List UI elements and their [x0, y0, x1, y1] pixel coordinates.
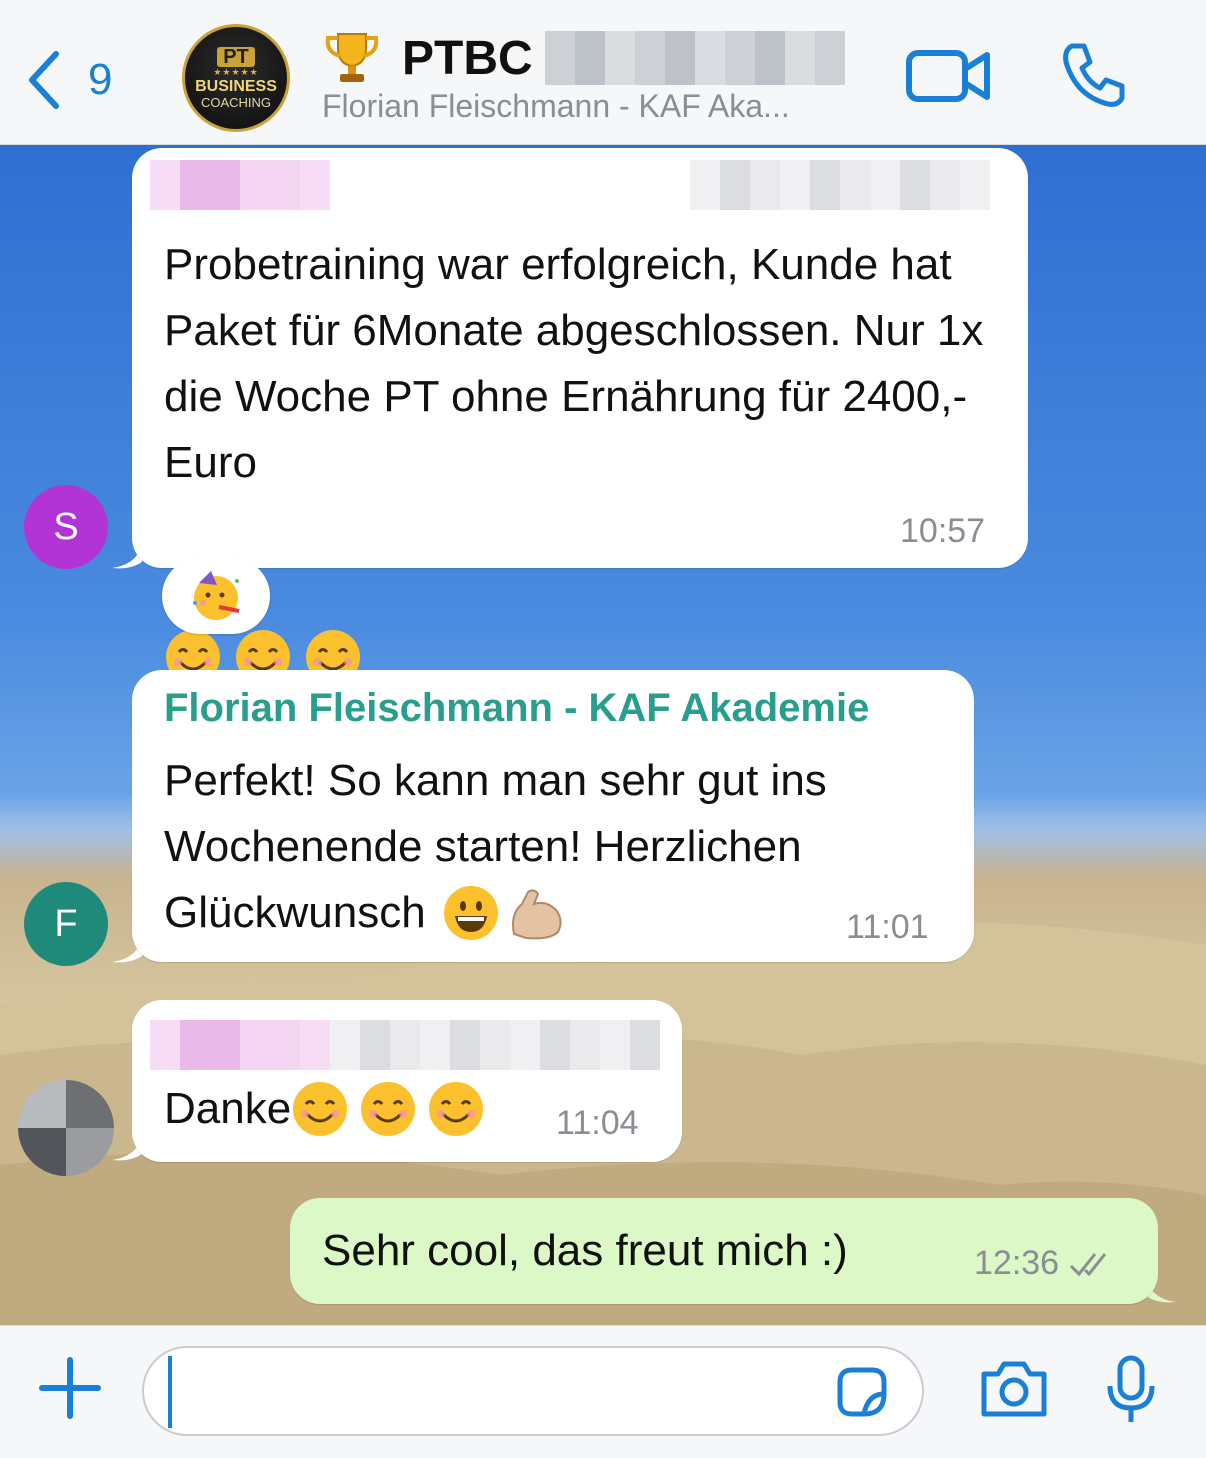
redacted-sender-phone [690, 160, 990, 210]
trophy-icon [325, 33, 379, 82]
message-bubble-incoming[interactable]: Probetraining war erfolgreich, Kunde hat… [132, 148, 1028, 684]
microphone-icon[interactable] [1104, 1354, 1158, 1426]
grinning-face-icon [443, 886, 498, 940]
message-bubble-incoming[interactable]: Florian Fleischmann - KAF Akademie Perfe… [132, 670, 974, 962]
chevron-left-icon [29, 51, 59, 109]
message-text: Danke [164, 1076, 485, 1142]
double-check-icon [1070, 1252, 1107, 1276]
message-time: 11:01 [846, 908, 929, 946]
sender-avatar-f[interactable]: F [24, 882, 108, 966]
message-text: Perfekt! So kann man sehr gut ins Wochen… [164, 748, 964, 946]
chat-title: PTBC [402, 31, 533, 85]
smiling-face-icon [361, 1082, 416, 1136]
redacted-sender-name [150, 1020, 330, 1070]
redacted-sender-name [150, 160, 330, 210]
message-text: Sehr cool, das freut mich :) [322, 1226, 848, 1275]
camera-icon[interactable] [978, 1358, 1050, 1420]
sender-avatar-redacted[interactable] [18, 1080, 114, 1176]
chat-title-row[interactable]: PTBC [322, 30, 845, 86]
phone-icon[interactable] [1058, 40, 1128, 110]
smiling-face-icon [293, 1082, 348, 1136]
unread-count: 9 [88, 55, 113, 104]
group-avatar[interactable]: PT ★★★★★ BUSINESS COACHING [182, 24, 290, 132]
video-camera-icon[interactable] [905, 45, 991, 107]
message-bubble-incoming[interactable]: Danke 11:04 [132, 1000, 682, 1162]
back-button[interactable]: 9 [22, 44, 132, 116]
sticker-icon[interactable] [834, 1364, 890, 1420]
sender-avatar-s[interactable]: S [24, 485, 108, 569]
redacted-sender-phone [330, 1020, 660, 1070]
message-time: 10:57 [900, 512, 986, 550]
message-meta: 12:36 [974, 1244, 1113, 1283]
sender-name: Florian Fleischmann - KAF Akademie [164, 686, 870, 730]
party-face-icon [193, 571, 240, 620]
plus-icon[interactable] [38, 1356, 102, 1420]
message-time: 11:04 [556, 1104, 639, 1142]
message-text: Probetraining war erfolgreich, Kunde hat… [164, 240, 984, 487]
message-bubble-outgoing[interactable]: Sehr cool, das freut mich :) 12:36 [290, 1198, 1158, 1304]
message-reaction[interactable] [162, 558, 270, 634]
message-input[interactable] [142, 1346, 924, 1436]
text-caret [168, 1356, 172, 1428]
smiling-face-icon [429, 1082, 484, 1136]
flexed-biceps-icon [511, 889, 562, 940]
message-time: 12:36 [974, 1244, 1060, 1282]
chat-header: 9 PT ★★★★★ BUSINESS COACHING PTBC Floria… [0, 0, 1206, 145]
chat-subtitle: Florian Fleischmann - KAF Aka... [322, 88, 790, 124]
redacted-title [544, 31, 845, 85]
